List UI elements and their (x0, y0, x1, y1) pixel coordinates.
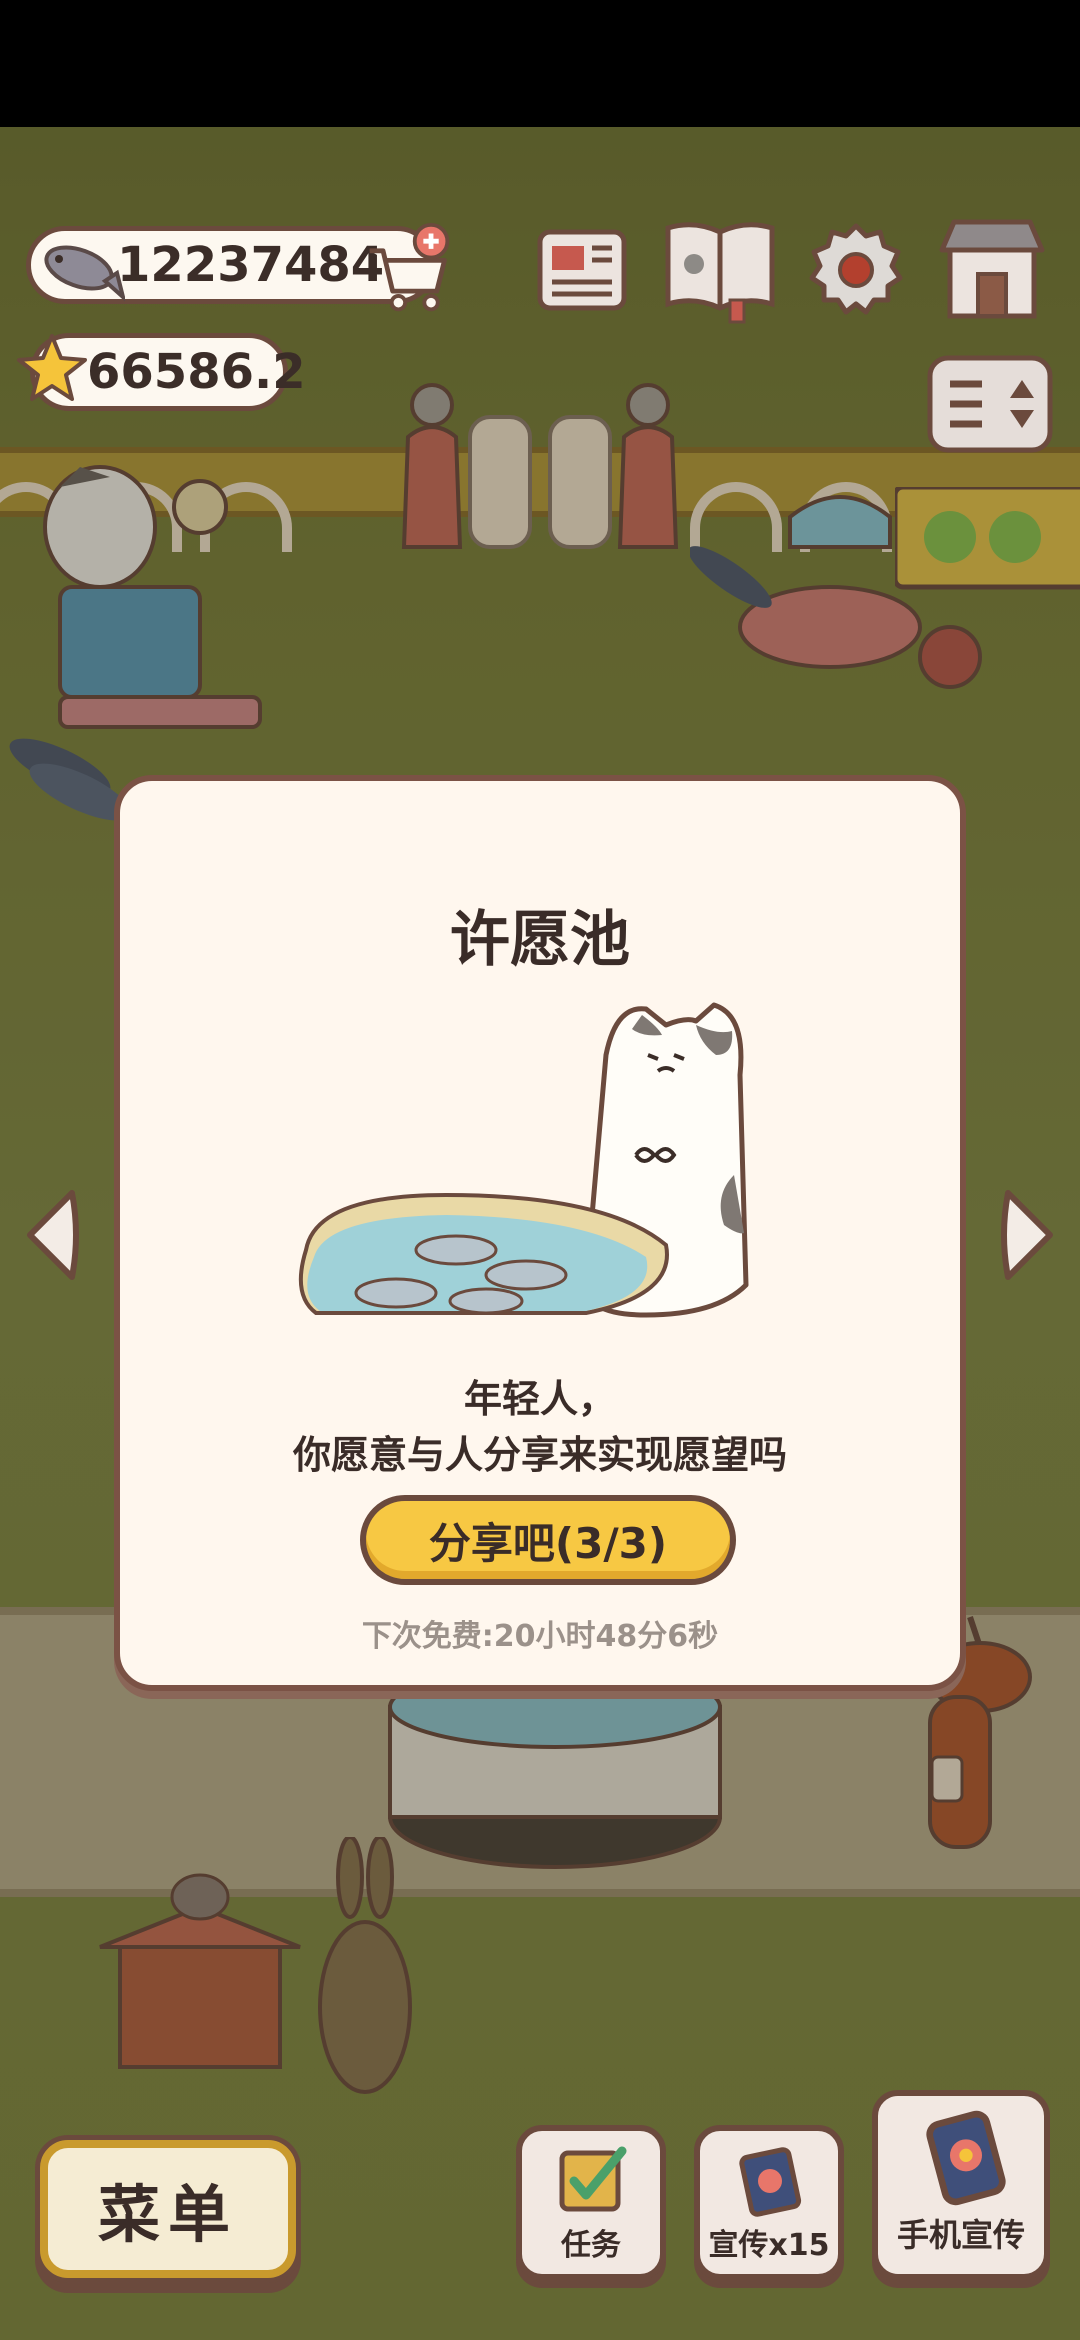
shop-button[interactable] (934, 216, 1050, 322)
sort-toggle-button[interactable] (926, 354, 1054, 454)
book-icon (665, 222, 775, 324)
dialog-message-line1: 年轻人， (463, 1377, 616, 1421)
newspaper-button[interactable] (534, 222, 630, 318)
sort-toggle-icon (927, 355, 1053, 453)
wishing-pool-dialog: 许愿池 年轻人， 你愿意与人分享来实现愿望吗 分享吧(3/3) 下次免费:20小… (114, 775, 966, 1691)
tasks-label: 任务 (561, 2228, 621, 2263)
dialog-message: 年轻人， 你愿意与人分享来实现愿望吗 (120, 1371, 960, 1483)
free-timer-text: 下次免费:20小时48分6秒 (361, 1619, 719, 1654)
checklist-icon (559, 2146, 627, 2212)
fish-icon (44, 245, 125, 302)
flyer-icon (739, 2147, 802, 2217)
shop-icon (939, 219, 1045, 319)
album-button[interactable] (660, 214, 780, 324)
share-button[interactable]: 分享吧(3/3) (360, 1495, 736, 1585)
promote-label: 宣传x15 (708, 2228, 830, 2263)
newspaper-icon (537, 229, 627, 311)
buy-fish-button[interactable] (358, 220, 458, 320)
phone-promote-label: 手机宣传 (896, 2216, 1025, 2254)
fish-count: 12237484 (117, 237, 385, 293)
settings-button[interactable] (806, 220, 906, 320)
phone-promote-button[interactable]: 手机宣传 (872, 2090, 1050, 2280)
star-count: 66586.2 (87, 344, 306, 400)
arrow-right-icon[interactable] (998, 1185, 1060, 1285)
shop-cart-icon (369, 222, 450, 312)
star-icon (17, 334, 87, 401)
dialog-message-line2: 你愿意与人分享来实现愿望吗 (292, 1433, 787, 1477)
phone-promote-icon (926, 2110, 1006, 2206)
dialog-title: 许愿池 (450, 905, 630, 975)
gear-icon (809, 223, 903, 315)
tasks-button[interactable]: 任务 (516, 2125, 666, 2280)
arrow-left-icon[interactable] (20, 1185, 82, 1285)
promote-button[interactable]: 宣传x15 (694, 2125, 844, 2280)
cat-wishing-pool-illustration (298, 1002, 749, 1318)
menu-button[interactable]: 菜单 (40, 2140, 296, 2278)
status-bar (0, 0, 1080, 127)
